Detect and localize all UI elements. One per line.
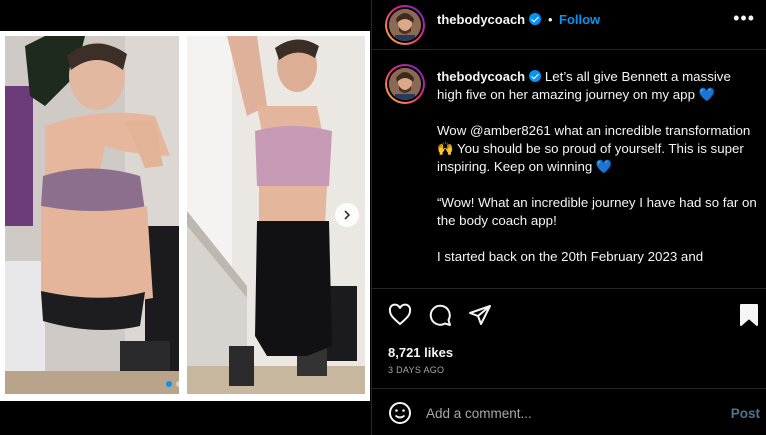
carousel-next-button[interactable] <box>335 203 359 227</box>
caption-paragraph: Wow @amber8261 what an incredible transf… <box>437 123 751 174</box>
carousel-indicators <box>166 381 182 387</box>
like-button[interactable] <box>388 303 412 332</box>
share-icon <box>469 305 491 325</box>
share-button[interactable] <box>468 303 492 332</box>
emoji-button[interactable] <box>388 401 412 430</box>
more-options-icon[interactable]: ••• <box>733 8 755 29</box>
post-panel: thebodycoach • Follow ••• thebodycoach L… <box>371 0 766 435</box>
carousel-dot <box>166 381 172 387</box>
heart-icon <box>388 303 412 326</box>
caption-area: thebodycoach Let’s all give Bennett a ma… <box>372 51 766 287</box>
follow-button[interactable]: Follow <box>559 12 600 27</box>
post-timestamp[interactable]: 3 DAYS AGO <box>388 365 444 375</box>
verified-icon <box>529 70 542 82</box>
caption-paragraph: I started back on the 20th February 2023… <box>437 249 704 264</box>
username-text[interactable]: thebodycoach <box>437 12 525 27</box>
before-photo <box>5 36 179 394</box>
post-comment-button[interactable]: Post <box>731 406 760 421</box>
carousel-slide[interactable] <box>0 31 370 401</box>
caption-paragraph: thebodycoach Let’s all give Bennett a ma… <box>437 68 757 104</box>
caption-paragraph: “Wow! What an incredible journey I have … <box>437 195 757 228</box>
verified-icon <box>529 13 542 25</box>
comment-input[interactable] <box>426 403 716 423</box>
comment-icon <box>429 304 451 326</box>
separator-dot: • <box>548 12 553 27</box>
username[interactable]: thebodycoach <box>437 12 542 27</box>
chevron-right-icon <box>344 210 351 220</box>
carousel-dot <box>176 381 182 387</box>
comment-button[interactable] <box>428 303 452 332</box>
post-header: thebodycoach • Follow ••• <box>372 0 766 50</box>
save-button[interactable] <box>738 303 760 332</box>
post-media <box>0 0 371 435</box>
avatar[interactable] <box>385 64 425 104</box>
avatar[interactable] <box>385 5 425 45</box>
bookmark-icon <box>740 304 758 326</box>
post-actions: 8,721 likes 3 DAYS AGO <box>372 288 766 388</box>
like-count[interactable]: 8,721 likes <box>388 345 453 360</box>
caption-username[interactable]: thebodycoach <box>437 69 525 84</box>
caption-text: thebodycoach Let’s all give Bennett a ma… <box>437 68 757 284</box>
emoji-icon <box>389 402 411 424</box>
comment-bar: Post <box>372 388 766 435</box>
